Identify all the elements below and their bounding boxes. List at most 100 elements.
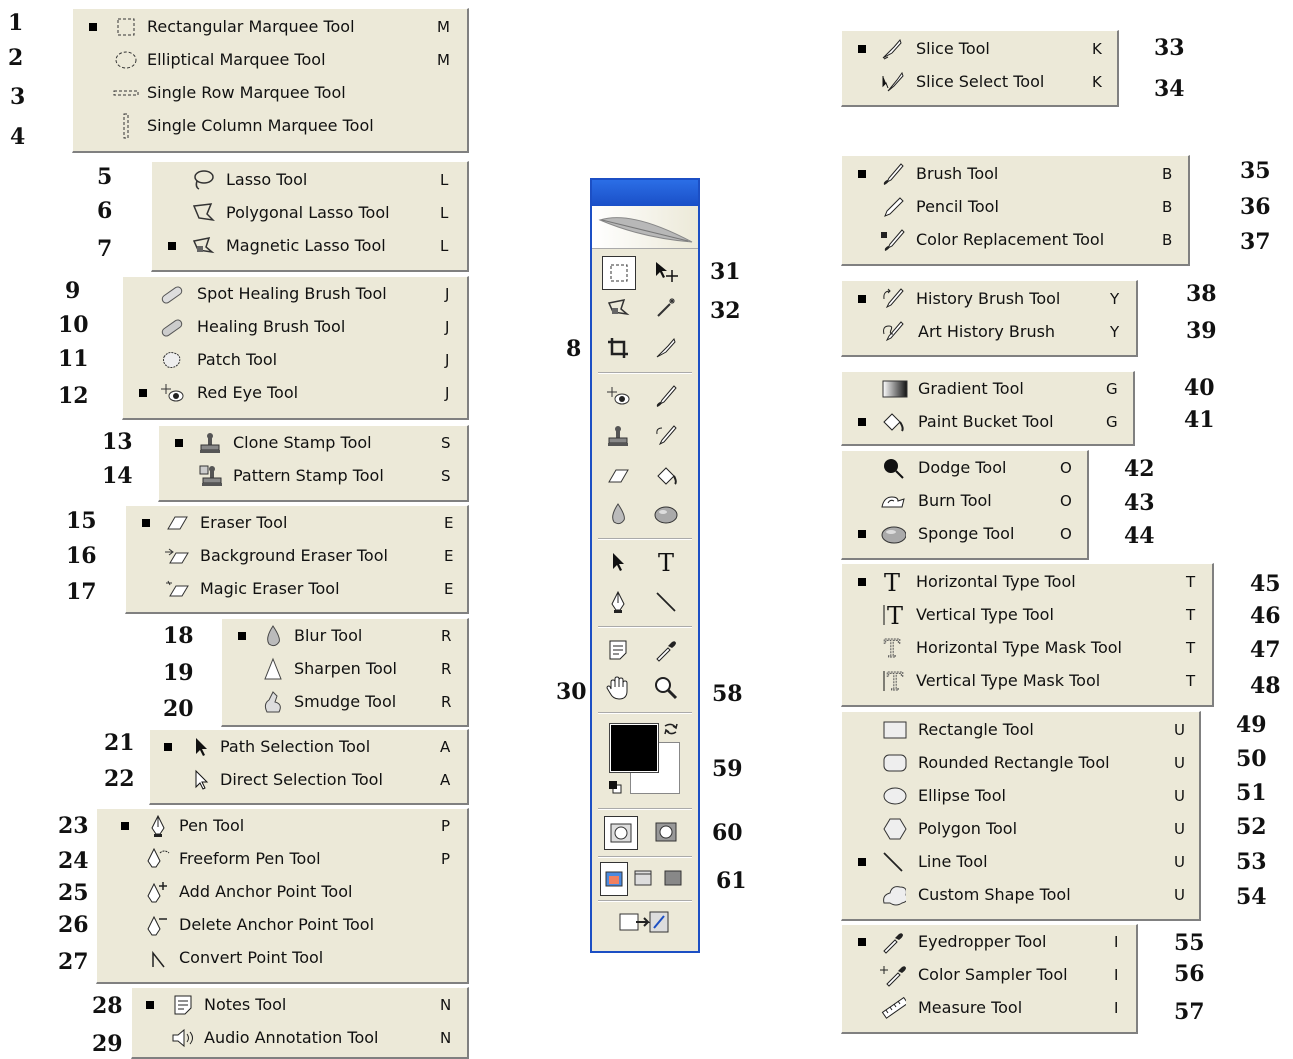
toolbox-title-bar[interactable] xyxy=(592,180,698,206)
menu-item-horizontal-type[interactable]: T Horizontal Type Tool T xyxy=(842,565,1212,598)
eraser-tool-button[interactable] xyxy=(602,460,634,492)
menu-item-spot-healing-brush[interactable]: Spot Healing Brush Tool J xyxy=(123,277,467,310)
hand-tool-button[interactable] xyxy=(602,672,634,704)
menu-item-add-anchor-point[interactable]: Add Anchor Point Tool xyxy=(97,875,467,908)
menu-item-ellipse[interactable]: Ellipse Tool U xyxy=(842,779,1199,812)
eraser-flyout: Eraser Tool E Background Eraser Tool E M… xyxy=(125,505,469,614)
eyedropper-icon xyxy=(880,930,906,954)
menu-item-gradient[interactable]: Gradient Tool G xyxy=(842,372,1133,405)
color-replacement-icon xyxy=(880,228,906,252)
marquee-tool-button[interactable] xyxy=(602,256,636,290)
menu-item-slice[interactable]: Slice Tool K xyxy=(842,32,1117,65)
menu-item-sharpen[interactable]: Sharpen Tool R xyxy=(222,652,467,685)
menu-item-rectangle[interactable]: Rectangle Tool U xyxy=(842,713,1199,746)
slice-tool-button[interactable] xyxy=(650,332,682,364)
menu-item-smudge[interactable]: Smudge Tool R xyxy=(222,685,467,718)
move-tool-button[interactable] xyxy=(650,256,682,288)
menu-item-pattern-stamp[interactable]: Pattern Stamp Tool S xyxy=(159,459,467,492)
menu-item-brush[interactable]: Brush Tool B xyxy=(842,157,1188,190)
menu-item-eyedropper[interactable]: Eyedropper Tool I xyxy=(842,925,1136,958)
current-tool-marker xyxy=(858,417,866,426)
lasso-tool-button[interactable] xyxy=(602,292,634,324)
menu-item-polygonal-lasso[interactable]: Polygonal Lasso Tool L xyxy=(152,196,467,229)
eyedropper-tool-button[interactable] xyxy=(650,634,682,666)
menu-item-background-eraser[interactable]: Background Eraser Tool E xyxy=(126,539,467,572)
menu-item-paint-bucket[interactable]: Paint Bucket Tool G xyxy=(842,405,1133,438)
menu-item-art-history-brush[interactable]: Art History Brush Y xyxy=(842,315,1136,348)
jump-to-imageready-icon[interactable] xyxy=(614,906,674,938)
menu-item-clone-stamp[interactable]: Clone Stamp Tool S xyxy=(159,426,467,459)
menu-item-line[interactable]: Line Tool U xyxy=(842,845,1199,878)
blur-tool-button[interactable] xyxy=(602,498,634,530)
menu-item-measure[interactable]: Measure Tool I xyxy=(842,991,1136,1024)
callout-number: 35 xyxy=(1240,158,1271,184)
notes-tool-button[interactable] xyxy=(602,634,634,666)
line-tool-button[interactable] xyxy=(650,586,682,618)
swap-colors-icon[interactable] xyxy=(662,720,680,738)
menu-item-magic-eraser[interactable]: Magic Eraser Tool E xyxy=(126,572,467,605)
menu-item-color-sampler[interactable]: Color Sampler Tool I xyxy=(842,958,1136,991)
foreground-color-swatch[interactable] xyxy=(609,723,659,773)
menu-item-single-column-marquee[interactable]: Single Column Marquee Tool xyxy=(73,109,467,142)
magic-wand-tool-button[interactable] xyxy=(650,292,682,324)
menu-item-slice-select[interactable]: Slice Select Tool K xyxy=(842,65,1117,98)
menu-item-rounded-rectangle[interactable]: Rounded Rectangle Tool U xyxy=(842,746,1199,779)
menu-item-pen[interactable]: Pen Tool P xyxy=(97,809,467,842)
full-screen-menu-mode-icon[interactable] xyxy=(630,862,656,894)
menu-item-path-selection[interactable]: Path Selection Tool A xyxy=(150,730,467,763)
paint-bucket-tool-button[interactable] xyxy=(650,460,682,492)
toolbox-separator xyxy=(598,900,692,902)
menu-item-delete-anchor-point[interactable]: Delete Anchor Point Tool xyxy=(97,908,467,941)
menu-item-healing-brush[interactable]: Healing Brush Tool J xyxy=(123,310,467,343)
pen-tool-button[interactable] xyxy=(602,586,634,618)
menu-item-lasso[interactable]: Lasso Tool L xyxy=(152,163,467,196)
dodge-icon xyxy=(880,456,906,480)
standard-screen-mode-icon[interactable] xyxy=(600,862,628,896)
brush-tool-button[interactable] xyxy=(650,380,682,412)
menu-item-blur[interactable]: Blur Tool R xyxy=(222,619,467,652)
path-selection-tool-button[interactable] xyxy=(602,546,634,578)
menu-item-elliptical-marquee[interactable]: Elliptical Marquee Tool M xyxy=(73,43,467,76)
menu-item-convert-point[interactable]: Convert Point Tool xyxy=(97,941,467,974)
callout-number: 47 xyxy=(1250,637,1281,663)
clone-stamp-tool-button[interactable] xyxy=(602,420,634,452)
menu-item-dodge[interactable]: Dodge Tool O xyxy=(842,451,1087,484)
menu-item-history-brush[interactable]: History Brush Tool Y xyxy=(842,282,1136,315)
crop-tool-button[interactable] xyxy=(602,332,634,364)
lasso-icon xyxy=(190,168,216,192)
menu-item-notes[interactable]: Notes Tool N xyxy=(132,988,467,1021)
quick-mask-mode-icon[interactable] xyxy=(650,816,682,848)
menu-item-vertical-type-mask[interactable]: T Vertical Type Mask Tool T xyxy=(842,664,1212,697)
menu-item-polygon[interactable]: Polygon Tool U xyxy=(842,812,1199,845)
menu-item-vertical-type[interactable]: T Vertical Type Tool T xyxy=(842,598,1212,631)
menu-item-freeform-pen[interactable]: Freeform Pen Tool P xyxy=(97,842,467,875)
menu-item-patch[interactable]: Patch Tool J xyxy=(123,343,467,376)
callout-number: 59 xyxy=(712,756,743,782)
menu-item-sponge[interactable]: Sponge Tool O xyxy=(842,517,1087,550)
menu-item-eraser[interactable]: Eraser Tool E xyxy=(126,506,467,539)
current-tool-marker xyxy=(858,937,866,946)
menu-item-custom-shape[interactable]: Custom Shape Tool U xyxy=(842,878,1199,911)
default-colors-icon[interactable] xyxy=(608,780,622,794)
notes-flyout: Notes Tool N Audio Annotation Tool N xyxy=(131,987,469,1059)
menu-item-audio-annotation[interactable]: Audio Annotation Tool N xyxy=(132,1021,467,1054)
standard-mode-icon[interactable] xyxy=(604,816,638,850)
callout-number: 39 xyxy=(1186,318,1217,344)
history-brush-tool-button[interactable] xyxy=(650,420,682,452)
menu-item-direct-selection[interactable]: Direct Selection Tool A xyxy=(150,763,467,796)
full-screen-mode-icon[interactable] xyxy=(660,862,686,894)
menu-item-rectangular-marquee[interactable]: Rectangular Marquee Tool M xyxy=(73,10,467,43)
menu-item-color-replacement[interactable]: Color Replacement Tool B xyxy=(842,223,1188,256)
menu-item-red-eye[interactable]: Red Eye Tool J xyxy=(123,376,467,409)
menu-item-horizontal-type-mask[interactable]: T Horizontal Type Mask Tool T xyxy=(842,631,1212,664)
menu-item-pencil[interactable]: Pencil Tool B xyxy=(842,190,1188,223)
menu-item-magnetic-lasso[interactable]: Magnetic Lasso Tool L xyxy=(152,229,467,262)
red-eye-tool-button[interactable] xyxy=(602,380,634,412)
callout-number: 48 xyxy=(1250,673,1281,699)
menu-item-single-row-marquee[interactable]: Single Row Marquee Tool xyxy=(73,76,467,109)
elliptical-marquee-icon xyxy=(113,48,139,72)
zoom-tool-button[interactable] xyxy=(650,672,682,704)
type-tool-button[interactable]: T xyxy=(650,546,682,578)
sponge-tool-button[interactable] xyxy=(650,498,682,530)
menu-item-burn[interactable]: Burn Tool O xyxy=(842,484,1087,517)
